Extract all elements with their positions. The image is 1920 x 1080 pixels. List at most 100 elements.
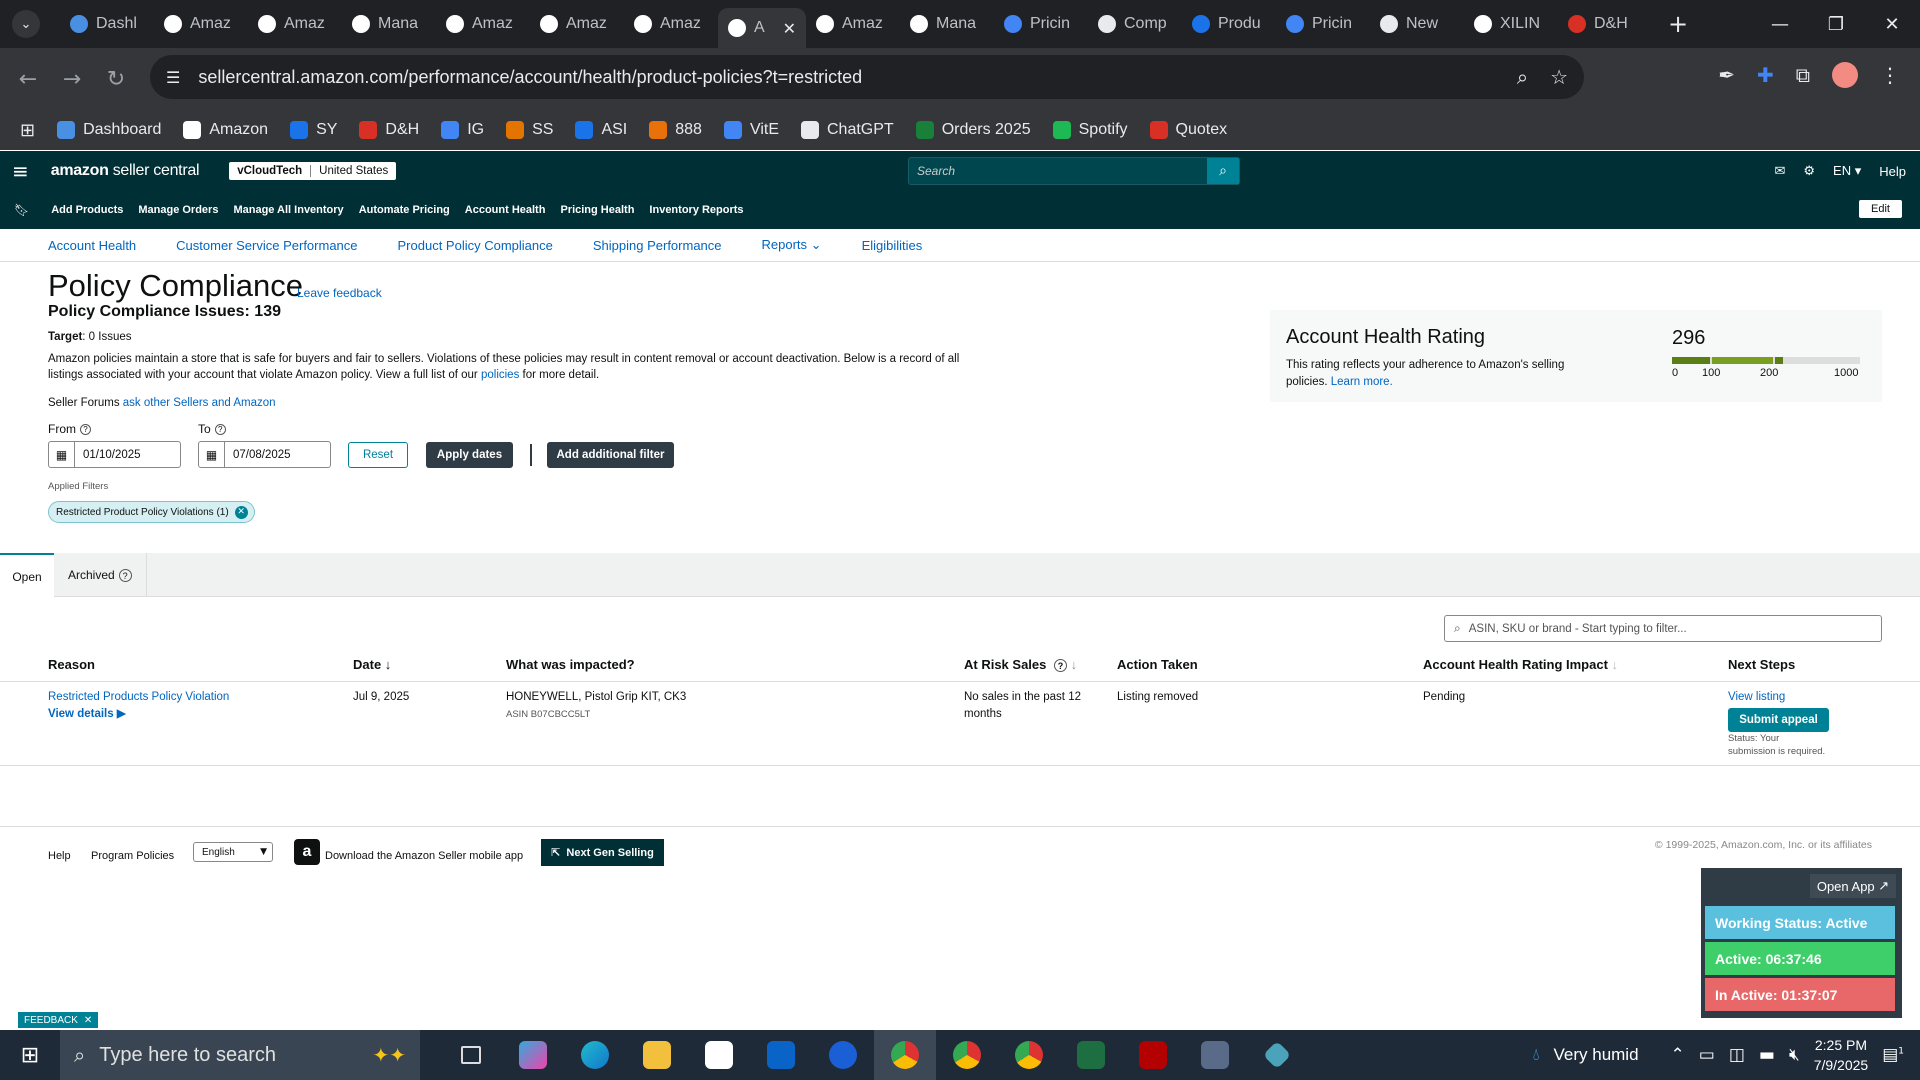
subnav-link[interactable]: Product Policy Compliance — [398, 238, 553, 253]
task-view-icon[interactable] — [440, 1030, 502, 1080]
seller-search-input[interactable]: Search ⌕ — [908, 157, 1240, 185]
weather-icon[interactable]: 💧︎ — [1533, 1045, 1540, 1065]
bookmark-item[interactable]: 888 — [649, 121, 702, 139]
language-select[interactable]: English ▼ — [193, 842, 273, 862]
tab-open[interactable]: Open — [0, 553, 54, 598]
filezilla-icon[interactable] — [1122, 1030, 1184, 1080]
reset-button[interactable]: Reset — [348, 442, 408, 468]
nav-item[interactable]: Pricing Health — [560, 204, 634, 216]
browser-tab[interactable]: Amaz — [806, 0, 900, 48]
close-icon[interactable]: ✕ — [84, 1015, 92, 1026]
filter-chip[interactable]: Restricted Product Policy Violations (1)… — [48, 501, 255, 523]
help-icon[interactable]: ? — [118, 568, 132, 582]
omnibox[interactable]: ☰ sellercentral.amazon.com/performance/a… — [150, 55, 1584, 99]
nav-item[interactable]: Add Products — [51, 204, 123, 216]
bookmark-item[interactable]: ASI — [575, 121, 627, 139]
bookmark-item[interactable]: Amazon — [183, 121, 268, 139]
copilot-icon[interactable] — [502, 1030, 564, 1080]
minimize-icon[interactable]: — — [1752, 0, 1808, 48]
bookmark-item[interactable]: SS — [506, 121, 553, 139]
policies-link[interactable]: policies — [481, 369, 519, 381]
browser-tab[interactable]: XILIN — [1464, 0, 1558, 48]
open-app-button[interactable]: Open App ↗ — [1810, 874, 1896, 898]
extension-feather-icon[interactable]: ✒ — [1718, 63, 1735, 87]
extensions-icon[interactable]: ⧉ — [1796, 63, 1810, 87]
forward-icon[interactable]: → — [50, 67, 94, 92]
windows-start-icon[interactable]: ⊞ — [0, 1043, 60, 1068]
chrome-icon[interactable] — [874, 1030, 936, 1080]
zoom-icon[interactable]: ⌕ — [1517, 65, 1528, 89]
remove-filter-icon[interactable]: ✕ — [234, 505, 248, 519]
browser-tab[interactable]: Amaz — [154, 0, 248, 48]
hamburger-menu-icon[interactable]: ≡ — [12, 159, 29, 183]
leave-feedback-link[interactable]: Leave feedback — [297, 286, 382, 300]
mail-icon[interactable]: ✉ — [1774, 164, 1785, 179]
nav-item[interactable]: Inventory Reports — [649, 204, 743, 216]
learn-more-link[interactable]: Learn more. — [1331, 376, 1393, 388]
mobile-app-link[interactable]: Download the Amazon Seller mobile app — [325, 850, 523, 862]
subnav-link[interactable]: Reports ⌄ — [762, 237, 822, 253]
calculator-icon[interactable] — [1184, 1030, 1246, 1080]
settings-gear-icon[interactable]: ⚙ — [1803, 164, 1815, 179]
bookmark-icon[interactable]: 🔖︎ — [14, 203, 29, 217]
chevron-up-icon[interactable]: ⌃ — [1671, 1045, 1685, 1065]
add-filter-button[interactable]: Add additional filter — [547, 442, 674, 468]
bookmark-item[interactable]: VitE — [723, 121, 779, 139]
view-listing-link[interactable]: View listing — [1728, 689, 1785, 706]
program-policies-link[interactable]: Program Policies — [91, 850, 174, 862]
browser-tab[interactable]: Mana — [900, 0, 994, 48]
browser-tab[interactable]: Dashl — [60, 0, 154, 48]
reload-icon[interactable]: ↻ — [94, 67, 138, 92]
close-tab-icon[interactable]: ✕ — [783, 19, 796, 38]
bookmark-item[interactable]: Dashboard — [57, 121, 161, 139]
forums-link[interactable]: ask other Sellers and Amazon — [123, 397, 276, 409]
browser-menu-icon[interactable]: ⋮ — [1880, 63, 1900, 87]
extension-puzzle-blue-icon[interactable]: ✚ — [1757, 63, 1774, 87]
asin-filter-input[interactable]: ⌕ ASIN, SKU or brand - Start typing to fi… — [1444, 615, 1882, 642]
reason-link[interactable]: Restricted Products Policy Violation — [48, 691, 229, 703]
browser-tab[interactable]: Amaz — [248, 0, 342, 48]
bookmark-item[interactable]: Spotify — [1052, 121, 1128, 139]
new-tab-icon[interactable]: + — [1668, 10, 1688, 38]
subnav-link[interactable]: Customer Service Performance — [176, 238, 357, 253]
browser-tab[interactable]: A ✕ — [718, 8, 806, 48]
to-date-input[interactable]: ▦ 07/08/2025 — [198, 441, 331, 468]
language-selector[interactable]: EN ▾ — [1833, 163, 1861, 179]
file-explorer-icon[interactable] — [626, 1030, 688, 1080]
profile-avatar[interactable] — [1832, 62, 1858, 88]
browser-tab[interactable]: Amaz — [624, 0, 718, 48]
amazon-app-icon[interactable]: a — [294, 839, 320, 865]
bookmark-item[interactable]: Orders 2025 — [915, 121, 1031, 139]
column-header-date[interactable]: Date ↓ — [353, 657, 391, 672]
calendar-icon[interactable]: ▦ — [199, 442, 225, 467]
nav-item[interactable]: Manage Orders — [138, 204, 218, 216]
search-icon[interactable]: ⌕ — [1207, 158, 1239, 184]
bookmark-item[interactable]: Quotex — [1149, 121, 1227, 139]
tab-search-icon[interactable]: ⌄ — [12, 10, 40, 38]
taskbar-search[interactable]: ⌕ Type here to search ✦✦ — [60, 1030, 420, 1080]
bookmark-item[interactable]: IG — [441, 121, 484, 139]
app-icon[interactable] — [1246, 1030, 1308, 1080]
help-icon[interactable]: ? — [214, 424, 226, 436]
column-header-at-risk[interactable]: At Risk Sales ? ↓ — [964, 657, 1077, 673]
next-gen-selling-button[interactable]: ⇱ Next Gen Selling — [541, 839, 664, 866]
excel-icon[interactable] — [1060, 1030, 1122, 1080]
from-date-input[interactable]: ▦ 01/10/2025 — [48, 441, 181, 468]
site-info-icon[interactable]: ☰ — [166, 68, 180, 87]
browser-tab[interactable]: D&H — [1558, 0, 1652, 48]
tab-archived[interactable]: Archived? — [68, 553, 132, 597]
feedback-tab[interactable]: FEEDBACK ✕ — [18, 1012, 99, 1028]
volume-muted-icon[interactable]: 🔇︎ — [1789, 1045, 1800, 1065]
help-icon[interactable]: ? — [80, 424, 91, 436]
seller-central-logo[interactable]: amazon seller central — [51, 162, 200, 180]
nav-item[interactable]: Manage All Inventory — [233, 204, 343, 216]
browser-tab[interactable]: New — [1370, 0, 1464, 48]
store-switcher[interactable]: vCloudTech United States — [229, 162, 397, 180]
browser-tab[interactable]: Produ — [1182, 0, 1276, 48]
store-icon[interactable] — [688, 1030, 750, 1080]
calendar-app-icon[interactable] — [812, 1030, 874, 1080]
bookmark-item[interactable]: SY — [290, 121, 337, 139]
help-link[interactable]: Help — [1879, 164, 1906, 179]
bookmark-item[interactable]: D&H — [359, 121, 419, 139]
battery-icon[interactable]: ▬ — [1759, 1045, 1775, 1065]
